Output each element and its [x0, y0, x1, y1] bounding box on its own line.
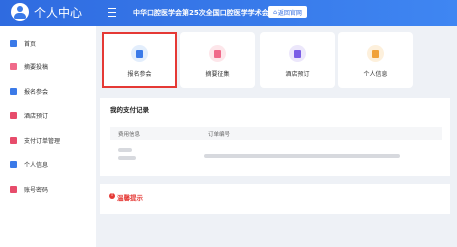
sidebar-item-register[interactable]: 报名参会	[0, 82, 96, 100]
avatar-icon	[11, 3, 29, 21]
table-header: 费用信息 订单编号	[110, 127, 442, 140]
back-to-site-label: 返回官网	[277, 9, 302, 17]
sidebar-item-label: 摘要投稿	[24, 63, 49, 71]
home-icon	[10, 39, 17, 47]
sidebar-item-label: 个人信息	[24, 161, 49, 169]
menu-toggle-icon[interactable]	[108, 8, 116, 18]
sidebar-item-abstracts[interactable]: 摘要投稿	[0, 57, 96, 75]
sidebar-item-label: 酒店预订	[24, 112, 49, 120]
home-icon: ⌂	[273, 8, 277, 16]
paper-icon	[10, 62, 17, 70]
card-abstracts[interactable]: 摘要征集	[180, 32, 255, 88]
card-profile[interactable]: 个人信息	[338, 32, 413, 88]
sidebar-item-password[interactable]: 账号密码	[0, 180, 96, 198]
sidebar: 首页 摘要投稿 报名参会 酒店预订 支付订单管理 个人信息 账号密码	[0, 26, 96, 247]
sidebar-item-hotel[interactable]: 酒店预订	[0, 106, 96, 124]
sidebar-item-label: 支付订单管理	[24, 137, 61, 145]
card-hotel[interactable]: 酒店预订	[260, 32, 335, 88]
brand-title: 个人中心	[34, 6, 83, 20]
alert-icon: !	[109, 193, 115, 199]
column-header: 费用信息	[118, 132, 141, 138]
order-number-cell	[204, 154, 400, 158]
sidebar-item-label: 首页	[24, 40, 37, 48]
back-to-site-button[interactable]: ⌂ 返回官网	[268, 6, 307, 18]
fee-info-cell	[118, 148, 132, 152]
column-header: 订单编号	[208, 132, 231, 138]
card-label: 个人信息	[363, 71, 388, 78]
notice-title: 温馨提示	[117, 194, 143, 202]
card-label: 报名参会	[127, 71, 152, 78]
sidebar-item-profile[interactable]: 个人信息	[0, 155, 96, 173]
sidebar-item-label: 报名参会	[24, 88, 49, 96]
paper-icon	[209, 45, 226, 62]
lock-icon	[10, 185, 17, 193]
hotel-icon	[289, 45, 306, 62]
register-icon	[131, 45, 148, 62]
card-label: 酒店预订	[285, 71, 310, 78]
conference-title: 中华口腔医学会第25次全国口腔医学学术会议	[133, 9, 276, 17]
sidebar-item-label: 账号密码	[24, 186, 49, 194]
fee-info-cell	[118, 156, 136, 160]
card-label: 摘要征集	[205, 71, 230, 78]
user-icon	[367, 45, 384, 62]
order-icon	[10, 136, 17, 144]
payment-records-title: 我的支付记录	[110, 106, 149, 114]
payment-records-panel: 我的支付记录 费用信息 订单编号	[100, 98, 450, 176]
sidebar-item-home[interactable]: 首页	[0, 34, 96, 52]
top-bar: 个人中心 中华口腔医学会第25次全国口腔医学学术会议 ⌂ 返回官网	[0, 0, 457, 26]
register-icon	[10, 87, 17, 95]
card-register[interactable]: 报名参会	[102, 32, 177, 88]
user-icon	[10, 160, 17, 168]
hotel-icon	[10, 111, 17, 119]
sidebar-item-orders[interactable]: 支付订单管理	[0, 131, 96, 149]
notice-panel: ! 温馨提示	[100, 184, 450, 214]
